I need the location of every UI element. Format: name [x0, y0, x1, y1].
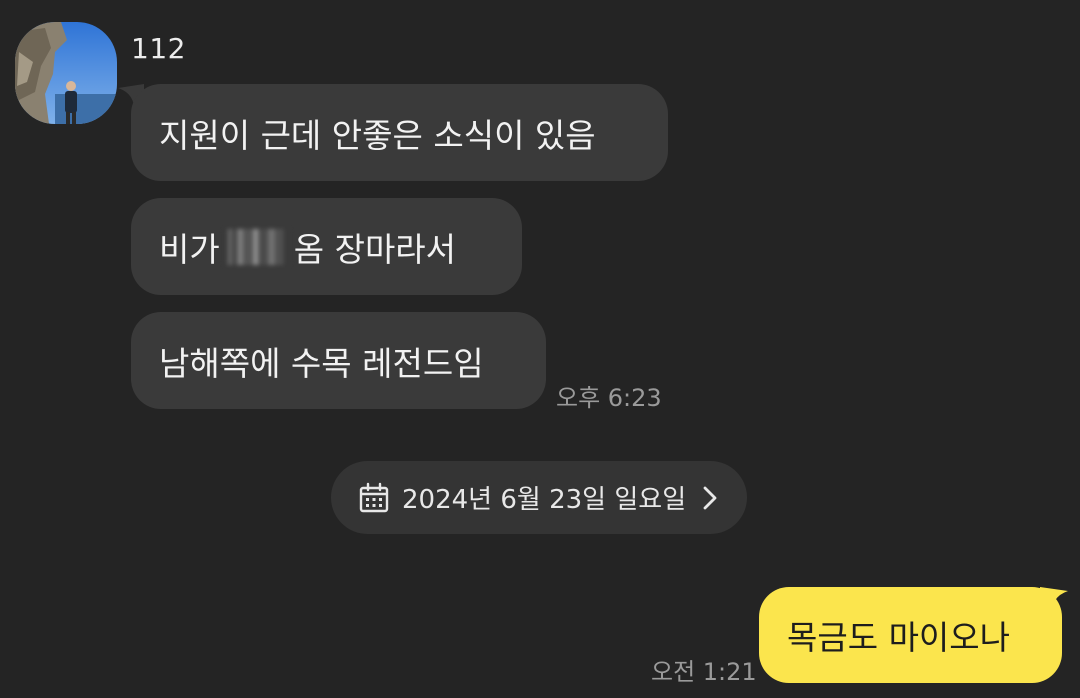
sender-avatar[interactable]	[15, 22, 117, 124]
message-text: 지원이 근데 안좋은 소식이 있음	[159, 115, 596, 155]
date-divider-label: 2024년 6월 23일 일요일	[402, 485, 687, 515]
message-text: 옴 장마라서	[293, 229, 457, 269]
avatar-photo	[15, 22, 117, 124]
incoming-message-bubble[interactable]: 비가 옴 장마라서	[131, 198, 522, 295]
message-text: 목금도 마이오나	[787, 618, 1011, 657]
incoming-timestamp: 오후 6:23	[556, 384, 662, 412]
calendar-icon	[359, 482, 389, 512]
redacted-text	[221, 228, 292, 265]
message-text: 남해쪽에 수목 레전드임	[159, 343, 484, 383]
date-divider[interactable]: 2024년 6월 23일 일요일	[331, 461, 747, 534]
message-text: 비가	[159, 229, 220, 269]
incoming-message-bubble[interactable]: 남해쪽에 수목 레전드임	[131, 312, 546, 409]
outgoing-bubble-tail	[1040, 587, 1068, 617]
outgoing-timestamp: 오전 1:21	[651, 658, 757, 686]
outgoing-message-bubble[interactable]: 목금도 마이오나	[759, 587, 1062, 683]
chevron-right-icon	[703, 486, 717, 509]
incoming-message-bubble[interactable]: 지원이 근데 안좋은 소식이 있음	[131, 84, 668, 181]
sender-name: 112	[131, 32, 186, 65]
